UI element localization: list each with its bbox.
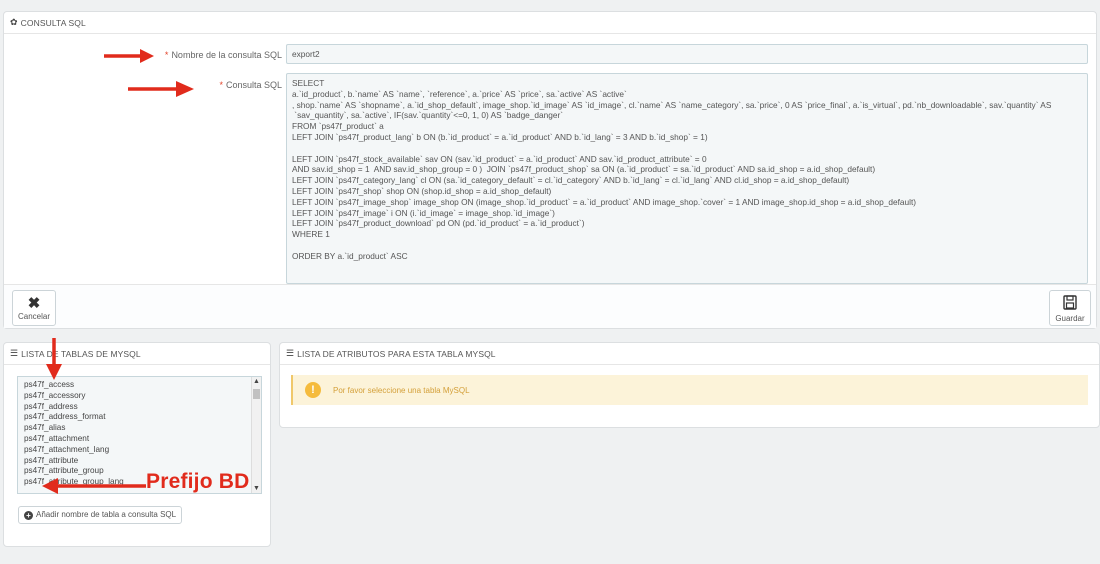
table-list-item[interactable]: ps47f_attribute <box>24 456 255 467</box>
alert-text: Por favor seleccione una tabla MySQL <box>333 385 470 395</box>
cancel-label: Cancelar <box>17 312 50 321</box>
sql-query-textarea[interactable]: SELECT a.`id_product`, b.`name` AS `name… <box>286 73 1088 284</box>
annotation-arrow-prefix <box>42 478 146 494</box>
cancel-button[interactable]: ✖ Cancelar <box>12 290 56 326</box>
floppy-disk-icon <box>1050 295 1090 314</box>
required-mark: * <box>219 80 223 90</box>
warning-alert: ! Por favor seleccione una tabla MySQL <box>291 375 1088 405</box>
sql-query-panel: ✿ CONSULTA SQL * Nombre de la consulta SQ… <box>3 11 1097 329</box>
close-icon: ✖ <box>27 295 41 312</box>
scroll-down-icon[interactable]: ▼ <box>253 485 260 492</box>
table-list-item[interactable]: ps47f_accessory <box>24 391 255 402</box>
annotation-arrow-list <box>46 338 62 380</box>
panel-header: ☰ LISTA DE ATRIBUTOS PARA ESTA TABLA MYS… <box>280 343 1099 365</box>
panel-title: CONSULTA SQL <box>20 17 86 28</box>
scroll-thumb[interactable] <box>253 389 260 399</box>
scroll-up-icon[interactable]: ▲ <box>253 378 260 385</box>
table-list-item[interactable]: ps47f_alias <box>24 423 255 434</box>
add-table-name-button[interactable]: + Añadir nombre de tabla a consulta SQL <box>18 506 183 524</box>
table-list-item[interactable]: ps47f_access <box>24 380 255 391</box>
list-icon: ☰ <box>10 348 19 358</box>
table-list-item[interactable]: ps47f_attachment_lang <box>24 445 255 456</box>
scrollbar[interactable]: ▲ ▼ <box>251 377 261 493</box>
panel-title: LISTA DE ATRIBUTOS PARA ESTA TABLA MYSQL <box>297 348 496 359</box>
table-list-item[interactable]: ps47f_address <box>24 402 255 413</box>
list-icon: ☰ <box>286 348 295 358</box>
mysql-tables-panel: ☰ LISTA DE TABLAS DE MYSQL ps47f_access p… <box>3 342 271 547</box>
table-list-item[interactable]: ps47f_attachment <box>24 434 255 445</box>
annotation-prefix-text: Prefijo BD <box>146 470 250 493</box>
panel-header: ✿ CONSULTA SQL <box>4 12 1096 34</box>
panel-title: LISTA DE TABLAS DE MYSQL <box>21 348 141 359</box>
gear-icon: ✿ <box>10 17 18 27</box>
plus-circle-icon: + <box>24 511 33 520</box>
table-attributes-panel: ☰ LISTA DE ATRIBUTOS PARA ESTA TABLA MYS… <box>279 342 1100 428</box>
warning-icon: ! <box>305 382 321 398</box>
annotation-arrow-name <box>104 49 154 63</box>
annotation-arrow-sql <box>128 81 194 97</box>
panel-footer: ✖ Cancelar Guardar <box>4 284 1096 328</box>
panel-header: ☰ LISTA DE TABLAS DE MYSQL <box>4 343 270 365</box>
query-name-input[interactable]: export2 <box>286 44 1088 64</box>
table-list-item[interactable]: ps47f_address_format <box>24 412 255 423</box>
save-button[interactable]: Guardar <box>1049 290 1091 326</box>
save-label: Guardar <box>1055 314 1085 323</box>
required-mark: * <box>164 50 169 60</box>
add-table-label: Añadir nombre de tabla a consulta SQL <box>36 510 177 519</box>
